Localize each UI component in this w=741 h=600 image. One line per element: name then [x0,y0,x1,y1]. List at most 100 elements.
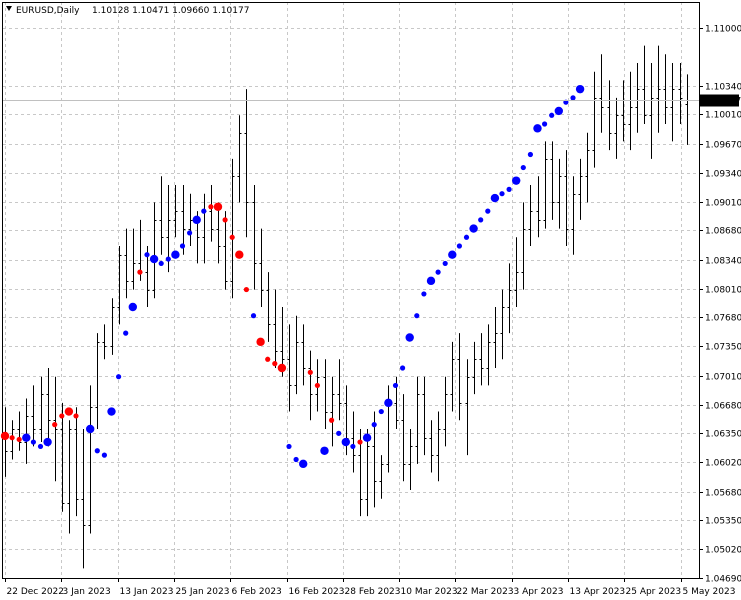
x-tick-label: 3 Jan 2023 [63,587,111,597]
x-tick-label: 22 Dec 2022 [7,587,65,597]
indicator-dot [485,208,491,214]
indicator-dot [9,435,15,441]
indicator-dot [490,193,500,203]
chart-background [0,0,741,600]
symbol-label: EURUSD,Daily [16,6,80,16]
indicator-dot [512,176,521,185]
indicator-dot [478,217,484,223]
indicator-dot [456,243,462,249]
indicator-dot [357,439,363,445]
indicator-dot [554,106,563,116]
indicator-dot [392,382,399,389]
indicator-dot [448,250,457,259]
indicator-dot [235,250,244,259]
indicator-dot [421,291,427,297]
indicator-dot [73,413,79,419]
indicator-dot [201,208,207,214]
indicator-dot [256,337,265,347]
x-tick-label: 3 Apr 2023 [514,587,564,597]
indicator-dot [469,224,478,233]
indicator-dot [149,254,159,264]
y-tick-label: 1.08680 [705,227,741,237]
indicator-dot [52,422,58,428]
indicator-dot [520,164,526,171]
indicator-dot [405,333,414,342]
indicator-dot [362,433,372,442]
indicator-dot [179,243,186,249]
indicator-dot [371,422,377,428]
y-tick-label: 1.05350 [705,517,741,527]
chart-header: EURUSD,Daily 1.10128 1.10471 1.09660 1.1… [6,6,249,16]
y-tick-label: 1.04690 [705,575,741,585]
indicator-dot [384,398,393,408]
y-tick-label: 1.10010 [705,111,741,121]
y-tick-label: 1.08340 [705,257,741,267]
indicator-dot [137,269,143,275]
indicator-dot [570,95,576,101]
x-tick-label: 25 Jan 2023 [176,587,230,597]
ohlc-readout: 1.10128 1.10471 1.09660 1.10177 [92,6,249,16]
indicator-dot [16,436,22,443]
indicator-dot [463,234,470,240]
indicator-dot [299,459,308,469]
indicator-dot [307,369,313,375]
current-price-label: 1.10177 [700,94,741,107]
indicator-dot [43,437,52,447]
x-tick-label: 6 Feb 2023 [232,587,282,597]
y-tick-label: 1.07010 [705,373,741,383]
indicator-dot [171,250,180,259]
indicator-dot [320,446,329,455]
indicator-dot [222,217,228,223]
indicator-dot [293,456,299,463]
x-tick-label: 25 Apr 2023 [626,587,682,597]
price-chart: 1.11000 1.10340 1.10010 1.09670 1.09340 1.090… [0,0,741,600]
y-tick-label: 1.06680 [705,402,741,412]
indicator-dot [542,121,548,127]
indicator-dot [64,407,74,416]
indicator-dot [37,443,44,450]
indicator-dot [272,361,278,367]
indicator-dot [229,234,235,240]
x-tick-label: 5 May 2023 [683,587,736,597]
indicator-dot [575,84,585,94]
y-tick-label: 1.06350 [705,430,741,440]
indicator-dot [414,313,420,319]
indicator-dot [549,112,555,118]
indicator-dot [277,363,287,373]
indicator-dot [0,431,10,441]
current-price-text: 1.10177 [704,97,741,107]
indicator-dot [378,408,384,415]
y-tick-label: 1.05680 [705,489,741,499]
indicator-dot [59,413,65,419]
indicator-dot [86,424,95,434]
x-tick-label: 22 Mar 2023 [457,587,514,597]
indicator-dot [527,151,534,158]
indicator-dot [158,260,164,267]
y-tick-label: 1.07350 [705,343,741,353]
indicator-dot [144,252,150,258]
indicator-dot [107,407,116,416]
indicator-dot [341,437,350,447]
indicator-dot [350,443,356,450]
indicator-dot [533,124,542,133]
indicator-dot [286,443,292,450]
indicator-dot [435,269,441,275]
indicator-dot [208,204,214,210]
indicator-dot [506,186,512,192]
indicator-dot [187,230,193,236]
y-tick-label: 1.10340 [705,83,741,93]
indicator-dot [400,365,406,371]
indicator-dot [314,382,320,389]
x-tick-label: 10 Mar 2023 [401,587,458,597]
indicator-dot [22,433,31,442]
y-tick-label: 1.08010 [705,286,741,296]
indicator-dot [101,452,107,458]
y-tick-label: 1.06020 [705,459,741,469]
y-tick-label: 1.11000 [705,25,741,35]
indicator-dot [265,356,271,362]
y-tick-label: 1.05020 [705,546,741,556]
y-tick-label: 1.07680 [705,314,741,324]
indicator-dot [94,448,100,454]
indicator-dot [128,302,137,312]
x-tick-label: 28 Feb 2023 [345,587,401,597]
